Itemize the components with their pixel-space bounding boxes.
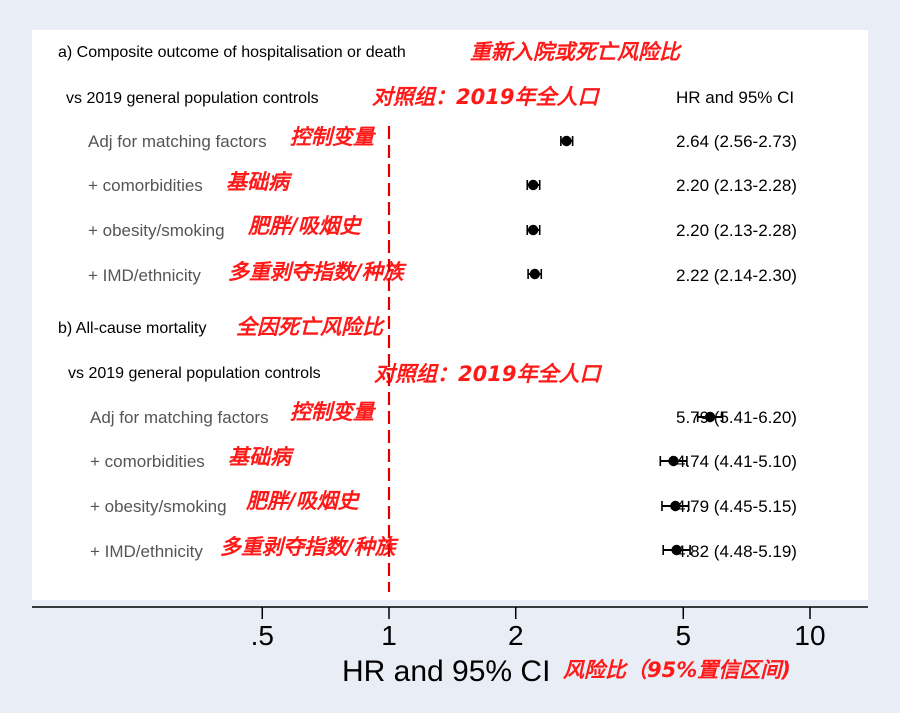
x-tick-label: 10 <box>794 620 825 651</box>
panel-a-row-2-annotation: 基础病 <box>226 170 293 194</box>
panel-b-row-4-annotation: 多重剥夺指数/种族 <box>220 535 400 559</box>
panel-b-row-3-annotation: 肥胖/吸烟史 <box>245 489 361 513</box>
panel-b-row-2-hr-text: 4.74 (4.41-5.10) <box>676 452 797 471</box>
panel-a-row-1-hr-text: 2.64 (2.56-2.73) <box>676 132 797 151</box>
hr-point <box>527 224 539 236</box>
panel-b-row-2-annotation: 基础病 <box>228 445 295 469</box>
panel-a-row-4-label: + IMD/ethnicity <box>88 266 201 285</box>
panel-b-title-annotation: 全因死亡风险比 <box>236 315 386 339</box>
x-tick-label: 5 <box>675 620 691 651</box>
panel-a-row-4-annotation: 多重剥夺指数/种族 <box>228 260 408 284</box>
panel-a-row-1-label: Adj for matching factors <box>88 132 267 151</box>
panel-b-row-4-label: + IMD/ethnicity <box>90 542 203 561</box>
panel-b-row-3-hr-text: 4.79 (4.45-5.15) <box>676 497 797 516</box>
hr-point <box>527 179 539 191</box>
x-tick-label: 2 <box>508 620 524 651</box>
panel-a-row-3-annotation: 肥胖/吸烟史 <box>247 214 363 238</box>
panel-b-comparison: vs 2019 general population controls <box>68 365 321 382</box>
x-axis-label-annotation: 风险比（95%置信区间) <box>563 658 791 682</box>
panel-b-comparison-annotation: 对照组：2019年全人口 <box>374 362 602 386</box>
hr-point <box>704 411 716 423</box>
forest-plot-chart: a) Composite outcome of hospitalisation … <box>32 30 868 688</box>
panel-a-row-1-annotation: 控制变量 <box>290 125 377 149</box>
panel-b-row-2-label: + comorbidities <box>90 452 205 471</box>
ci-column-header: HR and 95% CI <box>676 88 794 107</box>
panel-b-row-1-label: Adj for matching factors <box>90 408 269 427</box>
panel-a-comparison-annotation: 对照组：2019年全人口 <box>372 85 600 109</box>
panel-a-title-annotation: 重新入院或死亡风险比 <box>470 40 683 64</box>
hr-point <box>671 544 682 556</box>
x-axis-label: HR and 95% CI <box>342 655 550 688</box>
panel-a-title: a) Composite outcome of hospitalisation … <box>58 44 406 61</box>
panel-b-row-1-annotation: 控制变量 <box>290 400 377 424</box>
panel-a-row-2-label: + comorbidities <box>88 176 203 195</box>
x-axis-ticks: .5 1 2 5 10 <box>251 607 826 651</box>
panel-a-row-4-hr-text: 2.22 (2.14-2.30) <box>676 266 797 285</box>
panel-a-comparison: vs 2019 general population controls <box>66 90 319 107</box>
hr-point <box>668 455 679 467</box>
hr-point <box>529 268 541 280</box>
panel-a-row-2-hr-text: 2.20 (2.13-2.28) <box>676 176 797 195</box>
panel-b-row-3-label: + obesity/smoking <box>90 497 227 516</box>
panel-b-row-4-hr-text: 4.82 (4.48-5.19) <box>676 542 797 561</box>
forest-plot-figure: a) Composite outcome of hospitalisation … <box>0 0 900 713</box>
panel-b-row-1-hr-text: 5.79 (5.41-6.20) <box>676 408 797 427</box>
hr-point <box>561 135 572 147</box>
hr-point <box>670 500 681 512</box>
panel-b-title: b) All-cause mortality <box>58 320 207 337</box>
x-tick-label: .5 <box>251 620 274 651</box>
panel-a-row-3-label: + obesity/smoking <box>88 221 225 240</box>
panel-a-row-3-hr-text: 2.20 (2.13-2.28) <box>676 221 797 240</box>
x-tick-label: 1 <box>381 620 397 651</box>
